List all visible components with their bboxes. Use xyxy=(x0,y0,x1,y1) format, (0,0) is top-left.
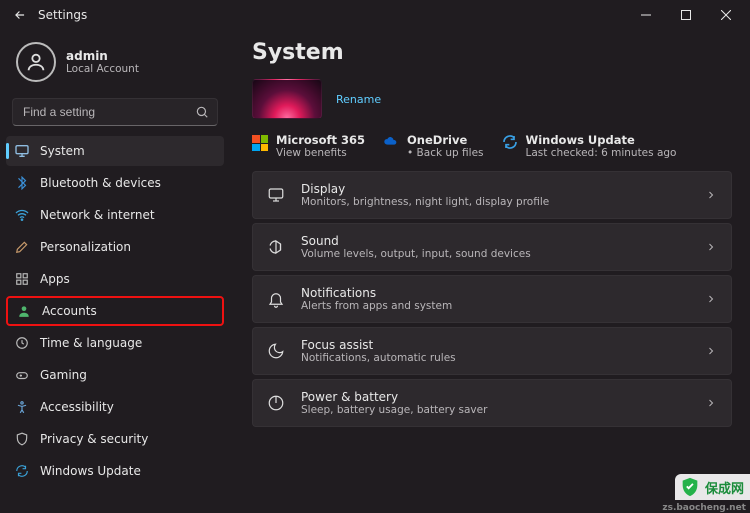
sidebar-item-apps[interactable]: Apps xyxy=(6,264,224,294)
search-icon xyxy=(195,105,209,119)
card-sub: Sleep, battery usage, battery saver xyxy=(301,404,487,416)
back-button[interactable] xyxy=(4,0,36,30)
sidebar-item-label: Accounts xyxy=(42,304,97,318)
card-sub: Notifications, automatic rules xyxy=(301,352,456,364)
user-account-block[interactable]: admin Local Account xyxy=(6,30,224,92)
ms365-block[interactable]: Microsoft 365 View benefits xyxy=(252,133,365,159)
page-title: System xyxy=(252,40,732,65)
accessibility-icon xyxy=(14,399,30,415)
card-title: Notifications xyxy=(301,286,452,300)
user-sub: Local Account xyxy=(66,63,139,75)
ms365-sub: View benefits xyxy=(276,147,365,159)
sidebar-item-label: Privacy & security xyxy=(40,432,148,446)
time-icon xyxy=(14,335,30,351)
chevron-right-icon xyxy=(705,189,717,201)
system-info-panel: Rename Microsoft 365 View benefits OneDr… xyxy=(252,79,732,159)
watermark-url: zs.baocheng.net xyxy=(662,503,746,513)
card-sub: Volume levels, output, input, sound devi… xyxy=(301,248,531,260)
update-icon xyxy=(14,463,30,479)
chevron-right-icon xyxy=(705,345,717,357)
sidebar-item-accounts[interactable]: Accounts xyxy=(6,296,224,326)
sidebar-item-label: System xyxy=(40,144,85,158)
card-icon xyxy=(267,186,285,204)
minimize-button[interactable] xyxy=(626,0,666,30)
chevron-right-icon xyxy=(705,241,717,253)
microsoft-logo-icon xyxy=(252,135,268,151)
settings-card[interactable]: SoundVolume levels, output, input, sound… xyxy=(252,223,732,271)
search-row xyxy=(6,92,224,136)
accounts-icon xyxy=(16,303,32,319)
onedrive-title: OneDrive xyxy=(407,133,483,147)
card-icon xyxy=(267,290,285,308)
sidebar-item-label: Network & internet xyxy=(40,208,155,222)
card-title: Focus assist xyxy=(301,338,456,352)
watermark: 保成网 zs.baocheng.net xyxy=(675,474,750,500)
nav-list: System Bluetooth & devices Network & inter… xyxy=(6,136,224,486)
sidebar-item-system[interactable]: System xyxy=(6,136,224,166)
settings-card[interactable]: Power & batterySleep, battery usage, bat… xyxy=(252,379,732,427)
onedrive-icon xyxy=(383,133,399,148)
privacy-icon xyxy=(14,431,30,447)
settings-card[interactable]: DisplayMonitors, brightness, night light… xyxy=(252,171,732,219)
card-sub: Monitors, brightness, night light, displ… xyxy=(301,196,549,208)
sidebar-item-accessibility[interactable]: Accessibility xyxy=(6,392,224,422)
sidebar-item-bluetooth[interactable]: Bluetooth & devices xyxy=(6,168,224,198)
settings-card[interactable]: NotificationsAlerts from apps and system xyxy=(252,275,732,323)
sidebar-item-label: Windows Update xyxy=(40,464,141,478)
network-icon xyxy=(14,207,30,223)
main-content: System Rename Microsoft 365 View benefit… xyxy=(230,30,750,500)
card-title: Power & battery xyxy=(301,390,487,404)
settings-card-list: DisplayMonitors, brightness, night light… xyxy=(252,171,732,427)
sidebar-item-gaming[interactable]: Gaming xyxy=(6,360,224,390)
sidebar-item-label: Accessibility xyxy=(40,400,114,414)
maximize-button[interactable] xyxy=(666,0,706,30)
search-input-wrap[interactable] xyxy=(12,98,218,126)
sidebar-item-time[interactable]: Time & language xyxy=(6,328,224,358)
card-icon xyxy=(267,394,285,412)
update-sub: Last checked: 6 minutes ago xyxy=(526,147,677,159)
onedrive-block[interactable]: OneDrive • Back up files xyxy=(383,133,483,159)
card-sub: Alerts from apps and system xyxy=(301,300,452,312)
system-icon xyxy=(14,143,30,159)
sidebar-item-label: Time & language xyxy=(40,336,142,350)
card-icon xyxy=(267,342,285,360)
onedrive-sub: • Back up files xyxy=(407,147,483,159)
sidebar-item-label: Personalization xyxy=(40,240,131,254)
windows-update-icon xyxy=(502,133,518,150)
card-title: Sound xyxy=(301,234,531,248)
sidebar-item-label: Gaming xyxy=(40,368,87,382)
card-title: Display xyxy=(301,182,549,196)
chevron-right-icon xyxy=(705,293,717,305)
sidebar-item-network[interactable]: Network & internet xyxy=(6,200,224,230)
sidebar-item-personalization[interactable]: Personalization xyxy=(6,232,224,262)
window-title: Settings xyxy=(38,8,87,22)
sidebar-item-update[interactable]: Windows Update xyxy=(6,456,224,486)
chevron-right-icon xyxy=(705,397,717,409)
apps-icon xyxy=(14,271,30,287)
user-name: admin xyxy=(66,49,139,63)
watermark-text: 保成网 xyxy=(705,478,744,497)
card-icon xyxy=(267,238,285,256)
gaming-icon xyxy=(14,367,30,383)
sidebar-item-privacy[interactable]: Privacy & security xyxy=(6,424,224,454)
windows-update-block[interactable]: Windows Update Last checked: 6 minutes a… xyxy=(502,133,677,159)
bluetooth-icon xyxy=(14,175,30,191)
shield-icon xyxy=(679,476,701,498)
ms365-title: Microsoft 365 xyxy=(276,133,365,147)
sidebar-item-label: Apps xyxy=(40,272,70,286)
sidebar: admin Local Account System Bluetooth & de… xyxy=(0,30,230,500)
close-button[interactable] xyxy=(706,0,746,30)
update-title: Windows Update xyxy=(526,133,677,147)
titlebar: Settings xyxy=(0,0,750,30)
settings-card[interactable]: Focus assistNotifications, automatic rul… xyxy=(252,327,732,375)
avatar xyxy=(16,42,56,82)
sidebar-item-label: Bluetooth & devices xyxy=(40,176,161,190)
rename-link[interactable]: Rename xyxy=(336,93,381,106)
desktop-thumbnail xyxy=(252,79,322,119)
personalization-icon xyxy=(14,239,30,255)
search-input[interactable] xyxy=(21,104,195,120)
